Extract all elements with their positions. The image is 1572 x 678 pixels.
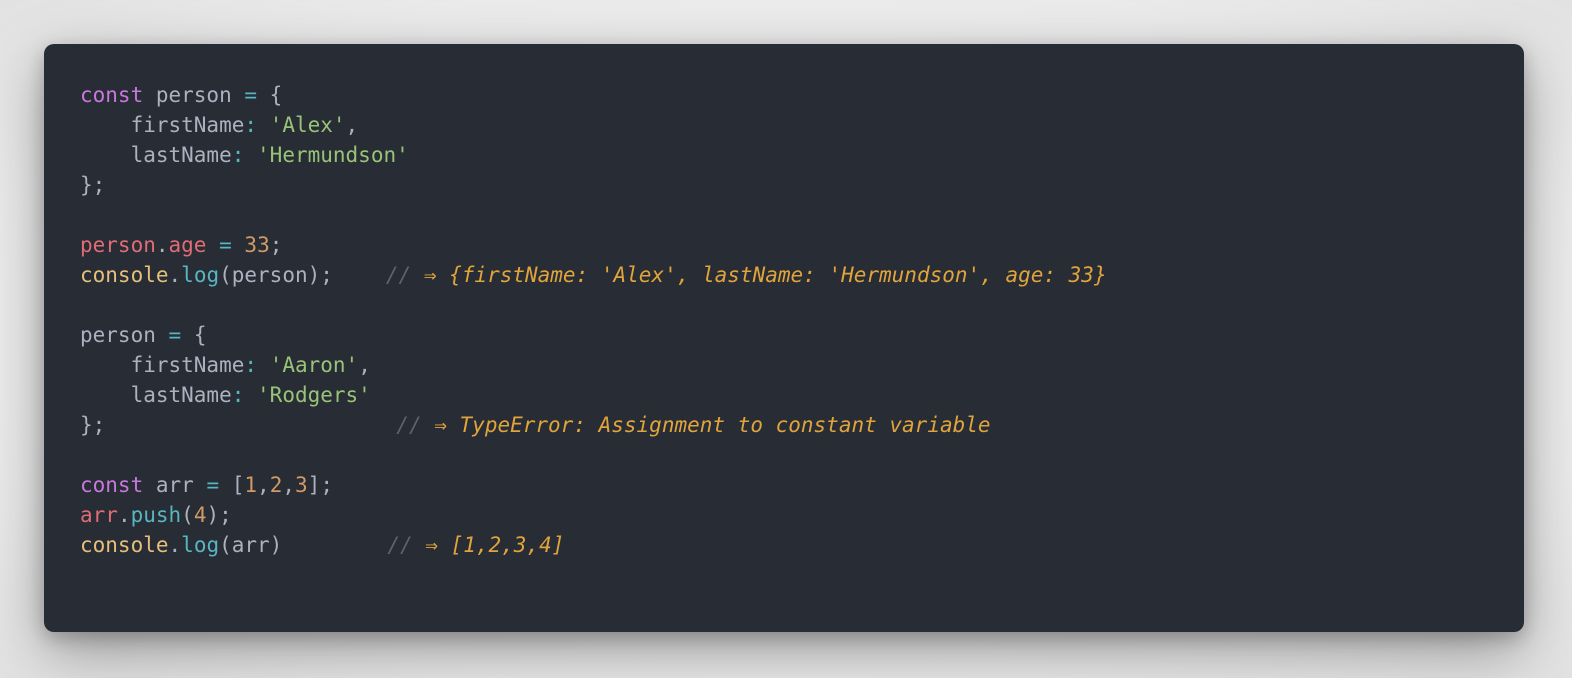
identifier-token: person xyxy=(143,83,245,107)
result-comment: ⇒ TypeError: Assignment to constant vari… xyxy=(434,413,991,437)
code-line: firstName: 'Alex', xyxy=(80,110,1488,140)
property-token: firstName xyxy=(80,113,245,137)
code-line: }; xyxy=(80,170,1488,200)
number-token: 33 xyxy=(244,233,270,257)
comment-marker: // xyxy=(385,263,412,287)
punctuation-token: . xyxy=(155,233,169,257)
number-token: 3 xyxy=(295,473,308,497)
punctuation-token: (person); xyxy=(219,263,333,287)
punctuation-token: { xyxy=(181,323,207,347)
result-comment: ⇒ [1,2,3,4] xyxy=(425,533,565,557)
punctuation-token: . xyxy=(117,503,131,527)
punctuation-token: }; xyxy=(80,413,106,437)
operator-token: = xyxy=(219,233,232,257)
result-comment: ⇒ {firstName: 'Alex', lastName: 'Hermund… xyxy=(423,263,1107,287)
object-token: person xyxy=(80,233,156,257)
comment-marker: // xyxy=(396,413,422,437)
code-window: const person = { firstName: 'Alex', last… xyxy=(44,44,1524,632)
code-line: firstName: 'Aaron', xyxy=(80,350,1488,380)
punctuation-token: ; xyxy=(269,233,283,257)
console-token: console xyxy=(80,533,169,557)
keyword-token: const xyxy=(80,83,144,107)
punctuation-token: ( xyxy=(181,503,194,527)
punctuation-token: { xyxy=(257,83,283,107)
punctuation-token: [ xyxy=(219,473,245,497)
code-line: }; // ⇒ TypeError: Assignment to constant… xyxy=(80,410,1488,440)
punctuation-token: . xyxy=(168,263,182,287)
code-line: person.age = 33; xyxy=(80,230,1488,260)
string-token: 'Hermundson' xyxy=(257,143,409,167)
property-token: lastName xyxy=(80,383,232,407)
identifier-token: person xyxy=(80,323,169,347)
operator-token: : xyxy=(231,143,245,167)
operator-token: : xyxy=(244,353,258,377)
code-block: const person = { firstName: 'Alex', last… xyxy=(80,80,1488,560)
operator-token: = xyxy=(168,323,182,347)
code-line: arr.push(4); xyxy=(80,500,1488,530)
punctuation-token: ); xyxy=(206,503,232,527)
code-line: console.log(person); // ⇒ {firstName: 'Al… xyxy=(80,260,1488,290)
operator-token: = xyxy=(206,473,220,497)
operator-token: = xyxy=(244,83,258,107)
punctuation-token: }; xyxy=(80,173,106,197)
punctuation-token: , xyxy=(257,473,270,497)
property-token: age xyxy=(168,233,207,257)
code-line: lastName: 'Rodgers' xyxy=(80,380,1488,410)
number-token: 4 xyxy=(193,503,207,527)
code-line: const arr = [1,2,3]; xyxy=(80,470,1488,500)
operator-token: : xyxy=(244,113,258,137)
identifier-token: arr xyxy=(143,473,207,497)
operator-token: : xyxy=(231,383,245,407)
keyword-token: const xyxy=(80,473,144,497)
comment-marker: // xyxy=(387,533,413,557)
method-token: push xyxy=(130,503,182,527)
punctuation-token: , xyxy=(358,353,371,377)
console-token: console xyxy=(80,263,169,287)
code-line: person = { xyxy=(80,320,1488,350)
punctuation-token: . xyxy=(168,533,182,557)
property-token: firstName xyxy=(80,353,245,377)
punctuation-token: ]; xyxy=(307,473,333,497)
punctuation-token: , xyxy=(282,473,296,497)
object-token: arr xyxy=(80,503,118,527)
punctuation-token: (arr) xyxy=(219,533,283,557)
method-token: log xyxy=(181,263,220,287)
string-token: 'Aaron' xyxy=(269,353,359,377)
code-line: console.log(arr) // ⇒ [1,2,3,4] xyxy=(80,530,1488,560)
number-token: 1 xyxy=(244,473,258,497)
number-token: 2 xyxy=(269,473,283,497)
code-line: const person = { xyxy=(80,80,1488,110)
string-token: 'Rodgers' xyxy=(257,383,371,407)
property-token: lastName xyxy=(80,143,232,167)
method-token: log xyxy=(181,533,220,557)
punctuation-token: , xyxy=(345,113,359,137)
string-token: 'Alex' xyxy=(269,113,346,137)
code-line: lastName: 'Hermundson' xyxy=(80,140,1488,170)
